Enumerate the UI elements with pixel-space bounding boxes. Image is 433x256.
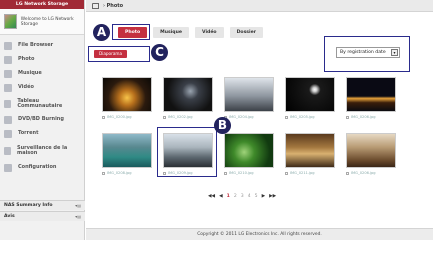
gear-icon — [4, 164, 12, 172]
photo-filename: IMG_0200.jpg — [107, 115, 132, 119]
board-icon — [4, 100, 12, 108]
brand-title: LG Network Storage — [0, 0, 84, 9]
sidebar-item-dvd[interactable]: DVD/BD Burning — [0, 113, 84, 127]
photo-caption: IMG_0200.jpg — [102, 115, 152, 119]
music-icon — [4, 70, 12, 78]
photo-filename: IMG_0204.jpg — [229, 115, 254, 119]
photo-caption: IMG_0206.jpg — [346, 115, 396, 119]
footer-copyright: Copyright © 2011 LG Electronics Inc. All… — [86, 228, 433, 240]
photo-thumbnail[interactable]: IMG_0206.jpg — [346, 133, 396, 175]
photo-filename: IMG_0205.jpg — [290, 115, 315, 119]
photo-image[interactable] — [285, 133, 335, 168]
sidebar-item-board[interactable]: Tableau Communautaire — [0, 95, 84, 113]
nas-summary-row[interactable]: NAS Summary Info ▾▤ — [0, 200, 85, 210]
welcome-panel: Welcome to LG Network Storage — [0, 9, 84, 35]
welcome-text: Welcome to LG Network Storage — [20, 16, 74, 27]
photo-thumbnail[interactable]: IMG_0200.jpg — [102, 77, 152, 119]
photo-image[interactable] — [346, 133, 396, 168]
nas-summary-label: NAS Summary Info — [4, 203, 53, 208]
sidebar-item-video[interactable]: Vidéo — [0, 81, 84, 95]
photo-caption: IMG_0202.jpg — [163, 115, 213, 119]
photo-thumbnail[interactable]: IMG_0204.jpg — [224, 77, 274, 119]
camera-icon — [4, 147, 11, 155]
avis-row[interactable]: Avis ▾▤ — [0, 211, 85, 221]
user-avatar — [4, 14, 17, 29]
photo-image[interactable] — [224, 77, 274, 112]
tab-music[interactable]: Musique — [153, 27, 189, 38]
first-page-icon[interactable]: ◀◀ — [208, 194, 215, 199]
photo-filename: IMG_0208.jpg — [107, 171, 132, 175]
photo-filename: IMG_0206.jpg — [351, 171, 376, 175]
select-checkbox[interactable] — [346, 115, 349, 119]
last-page-icon[interactable]: ▶▶ — [269, 194, 276, 199]
sidebar-item-surveillance[interactable]: Surveillance de la maison — [0, 141, 84, 161]
photo-thumbnail[interactable]: IMG_0208.jpg — [102, 133, 152, 175]
photo-thumbnail[interactable]: IMG_0211.jpg — [285, 133, 335, 175]
photo-caption: IMG_0206.jpg — [346, 171, 396, 175]
select-checkbox[interactable] — [102, 115, 105, 119]
photo-filename: IMG_0206.jpg — [351, 115, 376, 119]
expand-icon[interactable]: ▾▤ — [75, 214, 81, 219]
sidebar-nav: File Browser Photo Musique Vidéo Tableau… — [0, 39, 84, 175]
photo-thumbnail[interactable]: IMG_0205.jpg — [285, 77, 335, 119]
select-checkbox[interactable] — [224, 171, 227, 175]
photo-image[interactable] — [285, 77, 335, 112]
annotation-badge-c: C — [151, 44, 168, 61]
disc-icon — [4, 116, 12, 124]
breadcrumb-current: Photo — [106, 2, 124, 9]
photo-filename: IMG_0202.jpg — [168, 115, 193, 119]
folder-icon — [4, 42, 12, 50]
photo-image[interactable] — [102, 77, 152, 112]
annotation-box-sort — [324, 36, 410, 72]
photo-icon — [4, 56, 12, 64]
select-checkbox[interactable] — [285, 171, 288, 175]
photo-thumbnail[interactable]: IMG_0202.jpg — [163, 77, 213, 119]
select-checkbox[interactable] — [346, 171, 349, 175]
photo-image[interactable] — [163, 77, 213, 112]
page-5[interactable]: 5 — [255, 194, 258, 199]
page-1[interactable]: 1 — [227, 194, 230, 199]
photo-image[interactable] — [346, 77, 396, 112]
home-icon[interactable] — [92, 2, 99, 9]
photo-caption: IMG_0208.jpg — [102, 171, 152, 175]
page-4[interactable]: 4 — [248, 194, 251, 199]
sidebar: LG Network Storage Welcome to LG Network… — [0, 0, 85, 240]
annotation-box-a — [112, 24, 150, 40]
annotation-badge-b: B — [214, 117, 231, 134]
photo-caption: IMG_0204.jpg — [224, 115, 274, 119]
breadcrumb: › Photo — [86, 0, 433, 12]
photo-image[interactable] — [224, 133, 274, 168]
sidebar-item-torrent[interactable]: Torrent — [0, 127, 84, 141]
photo-thumbnail[interactable]: IMG_0206.jpg — [346, 77, 396, 119]
tab-video[interactable]: Vidéo — [194, 27, 224, 38]
photo-caption: IMG_0211.jpg — [285, 171, 335, 175]
annotation-badge-a: A — [93, 24, 110, 41]
tab-folder[interactable]: Dossier — [229, 27, 263, 38]
next-page-icon[interactable]: ▶ — [262, 194, 266, 199]
photo-thumbnail[interactable]: IMG_0210.jpg — [224, 133, 274, 175]
torrent-icon — [4, 130, 12, 138]
annotation-box-b — [157, 127, 217, 177]
photo-caption: IMG_0205.jpg — [285, 115, 335, 119]
video-icon — [4, 84, 12, 92]
photo-filename: IMG_0210.jpg — [229, 171, 254, 175]
expand-icon[interactable]: ▾▤ — [75, 203, 81, 208]
prev-page-icon[interactable]: ◀ — [219, 194, 223, 199]
page-3[interactable]: 3 — [241, 194, 244, 199]
select-checkbox[interactable] — [163, 115, 166, 119]
photo-image[interactable] — [102, 133, 152, 168]
photo-caption: IMG_0210.jpg — [224, 171, 274, 175]
pagination: ◀◀ ◀ 1 2 3 4 5 ▶ ▶▶ — [208, 194, 276, 199]
sidebar-item-configuration[interactable]: Configuration — [0, 161, 84, 175]
photo-filename: IMG_0211.jpg — [290, 171, 315, 175]
annotation-box-c — [88, 46, 150, 62]
select-checkbox[interactable] — [102, 171, 105, 175]
select-checkbox[interactable] — [285, 115, 288, 119]
page-2[interactable]: 2 — [234, 194, 237, 199]
sidebar-item-file-browser[interactable]: File Browser — [0, 39, 84, 53]
sidebar-item-photo[interactable]: Photo — [0, 53, 84, 67]
sidebar-item-music[interactable]: Musique — [0, 67, 84, 81]
avis-label: Avis — [4, 214, 15, 219]
